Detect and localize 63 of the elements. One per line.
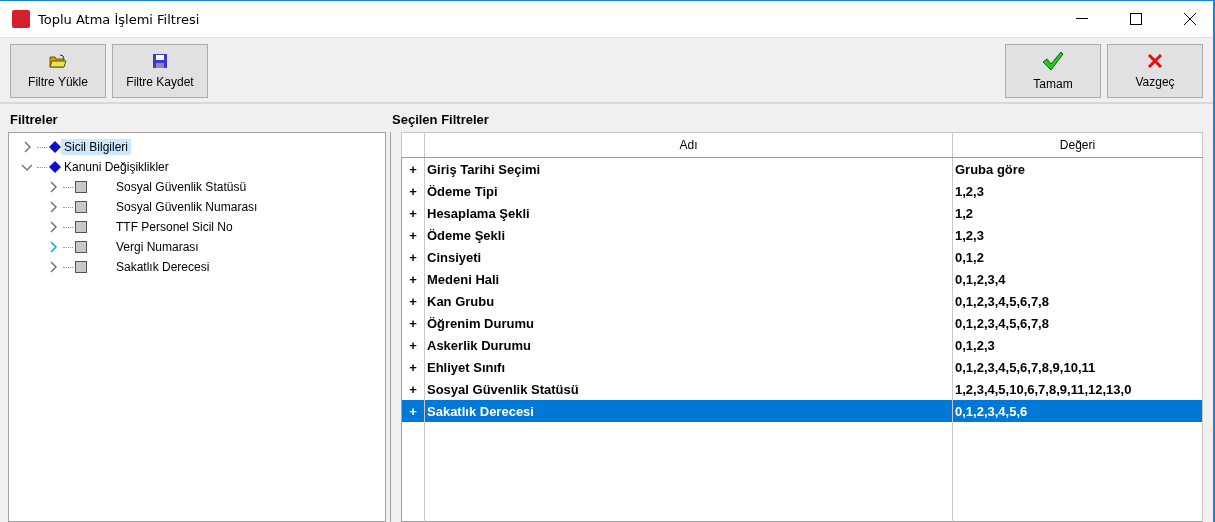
table-cell: 0,1,2,3,4,5,6 <box>952 400 1203 422</box>
panel-title: Filtreler <box>9 111 59 129</box>
table-cell: Ehliyet Sınıfı <box>424 356 953 378</box>
table-cell: Hesaplama Şekli <box>424 202 953 224</box>
table-cell: Öğrenim Durumu <box>424 312 953 334</box>
table-cell: 1,2 <box>952 202 1203 224</box>
expand-toggle[interactable]: + <box>401 356 425 378</box>
diamond-icon <box>49 141 61 153</box>
tree-item[interactable]: Sosyal Güvenlik Statüsü <box>113 179 250 195</box>
panel-title: Seçilen Filtreler <box>391 111 490 129</box>
table-cell: Ödeme Tipi <box>424 180 953 202</box>
expand-toggle[interactable]: + <box>401 202 425 224</box>
tree-item[interactable]: Sakatlık Derecesi <box>113 259 213 275</box>
table-cell: 1,2,3 <box>952 180 1203 202</box>
expand-toggle[interactable]: + <box>401 290 425 312</box>
expand-toggle[interactable]: + <box>401 224 425 246</box>
window-title: Toplu Atma İşlemi Filtresi <box>38 11 201 27</box>
column-header[interactable]: Adı <box>424 132 953 158</box>
table-cell: 0,1,2,3,4,5,6,7,8,9,10,11 <box>952 356 1203 378</box>
table-cell: Ödeme Şekli <box>424 224 953 246</box>
folder-icon <box>49 53 67 69</box>
table-cell: Giriş Tarihi Seçimi <box>424 157 953 180</box>
close-icon <box>1147 53 1163 69</box>
table-cell: 1,2,3 <box>952 224 1203 246</box>
diamond-icon <box>49 161 61 173</box>
expand-toggle[interactable]: + <box>401 157 425 180</box>
close-icon <box>1184 13 1196 25</box>
app-icon <box>12 10 30 28</box>
table-cell: 0,1,2,3,4 <box>952 268 1203 290</box>
checkmark-icon <box>1042 51 1064 71</box>
table-cell: Askerlik Durumu <box>424 334 953 356</box>
tree-item[interactable]: Kanuni Değişiklikler <box>61 159 172 175</box>
expand-toggle[interactable]: + <box>401 180 425 202</box>
table-cell: 0,1,2 <box>952 246 1203 268</box>
table-cell: Medeni Hali <box>424 268 953 290</box>
table-cell: 0,1,2,3,4,5,6,7,8 <box>952 312 1203 334</box>
table-cell: Kan Grubu <box>424 290 953 312</box>
load-filter-button[interactable]: Filtre Yükle <box>10 44 106 98</box>
cancel-button[interactable]: Vazgeç <box>1107 44 1203 98</box>
table-cell: Cinsiyeti <box>424 246 953 268</box>
column-header[interactable]: Değeri <box>952 132 1203 158</box>
tree-item[interactable]: Sosyal Güvenlik Numarası <box>113 199 261 215</box>
tree-item[interactable]: Vergi Numarası <box>113 239 202 255</box>
square-icon <box>75 201 87 213</box>
table-cell: 0,1,2,3,4,5,6,7,8 <box>952 290 1203 312</box>
table-cell: 0,1,2,3 <box>952 334 1203 356</box>
table-cell: Sakatlık Derecesi <box>424 400 953 422</box>
save-filter-button[interactable]: Filtre Kaydet <box>112 44 208 98</box>
square-icon <box>75 241 87 253</box>
maximize-icon <box>1130 13 1142 25</box>
square-icon <box>75 181 87 193</box>
tree-item[interactable]: TTF Personel Sicil No <box>113 219 236 235</box>
expand-toggle[interactable]: + <box>401 268 425 290</box>
expand-toggle[interactable]: + <box>401 246 425 268</box>
ok-button[interactable]: Tamam <box>1005 44 1101 98</box>
square-icon <box>75 261 87 273</box>
expand-toggle[interactable]: + <box>401 334 425 356</box>
table-cell: Gruba göre <box>952 157 1203 180</box>
square-icon <box>75 221 87 233</box>
expand-toggle[interactable]: + <box>401 312 425 334</box>
tree-item[interactable]: Sicil Bilgileri <box>61 139 131 155</box>
expand-toggle[interactable]: + <box>401 400 425 422</box>
minimize-icon <box>1076 18 1088 20</box>
